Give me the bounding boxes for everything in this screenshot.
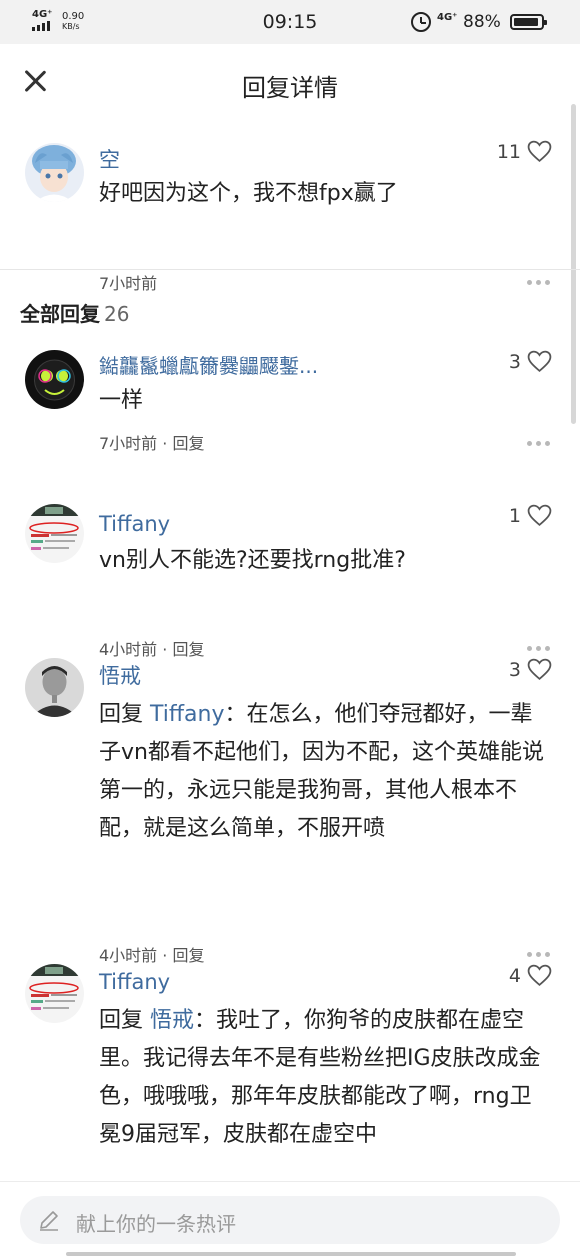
more-icon[interactable] — [527, 280, 550, 285]
commenter-name[interactable]: 鐑龘鬣蠟甗籋爨鼺飋鏨... — [99, 350, 318, 379]
network-type-2: 4G⁺ — [437, 12, 458, 23]
heart-icon — [527, 140, 552, 163]
comment-meta: 7小时前 · 回复 — [99, 434, 205, 453]
more-icon[interactable] — [527, 646, 550, 651]
battery-icon — [510, 14, 547, 30]
like-button[interactable]: 4 — [480, 964, 552, 987]
status-bar: 4G⁺ 0.90 KB/s 09:15 4G⁺ 88% — [0, 0, 580, 44]
comment-time: 7小时前 — [99, 274, 158, 293]
like-button[interactable]: 1 — [480, 504, 552, 527]
reply-prefix: 回复 — [99, 702, 150, 727]
like-button[interactable]: 3 — [480, 350, 552, 373]
like-count: 3 — [508, 658, 521, 681]
comment-input-placeholder: 献上你的一条热评 — [76, 1212, 236, 1236]
reply-detail-sheet: 回复详情 空 好吧因为这个，我不想fpx赢了 7小时前 11 全部回复 26 鐑… — [0, 44, 580, 1257]
divider — [0, 269, 580, 270]
comment-text: 回复 悟戒：我吐了，你狗爷的皮肤都在虚空里。我记得去年不是有些粉丝把IG皮肤改成… — [99, 1002, 549, 1154]
reply-to-name[interactable]: 悟戒 — [150, 1008, 194, 1033]
like-button[interactable]: 11 — [480, 140, 552, 163]
main-comment: 空 好吧因为这个，我不想fpx赢了 7小时前 11 — [0, 118, 580, 293]
page-title: 回复详情 — [242, 74, 338, 102]
heart-icon — [527, 964, 552, 987]
commenter-name[interactable]: 空 — [99, 144, 120, 174]
like-count: 1 — [508, 504, 521, 527]
all-replies-label: 全部回复 — [20, 302, 100, 326]
comment-meta: 4小时前 · 回复 — [99, 640, 205, 659]
like-count: 11 — [496, 140, 521, 163]
comment-input[interactable]: 献上你的一条热评 — [20, 1196, 560, 1244]
more-icon[interactable] — [527, 952, 550, 957]
battery-percent: 88% — [463, 12, 501, 32]
heart-icon — [527, 504, 552, 527]
comment-meta: 4小时前 · 回复 — [99, 946, 205, 965]
avatar[interactable] — [25, 350, 84, 409]
avatar[interactable] — [25, 143, 84, 202]
home-indicator[interactable] — [66, 1252, 516, 1256]
comment-input-bar: 献上你的一条热评 — [0, 1181, 580, 1257]
reply-count: 26 — [104, 302, 130, 326]
comment-text: vn别人不能选?还要找rng批准? — [99, 548, 406, 573]
like-count: 3 — [508, 350, 521, 373]
header: 回复详情 — [0, 44, 580, 118]
commenter-name[interactable]: Tiffany — [99, 512, 170, 536]
like-count: 4 — [508, 964, 521, 987]
reply-item: 悟戒 回复 Tiffany：在怎么，他们夺冠都好，一辈子vn都看不起他们，因为不… — [0, 658, 580, 965]
reply-prefix: 回复 — [99, 1008, 150, 1033]
reply-item: 鐑龘鬣蠟甗籋爨鼺飋鏨... 一样 7小时前 · 回复 3 — [0, 350, 580, 500]
commenter-name[interactable]: Tiffany — [99, 970, 170, 994]
pencil-icon — [40, 1211, 58, 1231]
comment-text: 好吧因为这个，我不想fpx赢了 — [99, 181, 398, 206]
heart-icon — [527, 350, 552, 373]
more-icon[interactable] — [527, 441, 550, 446]
avatar[interactable] — [25, 504, 84, 563]
alarm-icon — [411, 12, 431, 32]
avatar[interactable] — [25, 964, 84, 1023]
comment-text: 一样 — [99, 388, 144, 413]
commenter-name[interactable]: 悟戒 — [99, 660, 141, 690]
reply-to-name[interactable]: Tiffany — [150, 702, 224, 727]
all-replies-header: 全部回复 26 — [20, 298, 129, 327]
like-button[interactable]: 3 — [480, 658, 552, 681]
avatar[interactable] — [25, 658, 84, 717]
comment-text: 回复 Tiffany：在怎么，他们夺冠都好，一辈子vn都看不起他们，因为不配，这… — [99, 696, 549, 848]
reply-item: Tiffany vn别人不能选?还要找rng批准? 4小时前 · 回复 1 — [0, 504, 580, 659]
reply-item: Tiffany 回复 悟戒：我吐了，你狗爷的皮肤都在虚空里。我记得去年不是有些粉… — [0, 964, 580, 1194]
heart-icon — [527, 658, 552, 681]
